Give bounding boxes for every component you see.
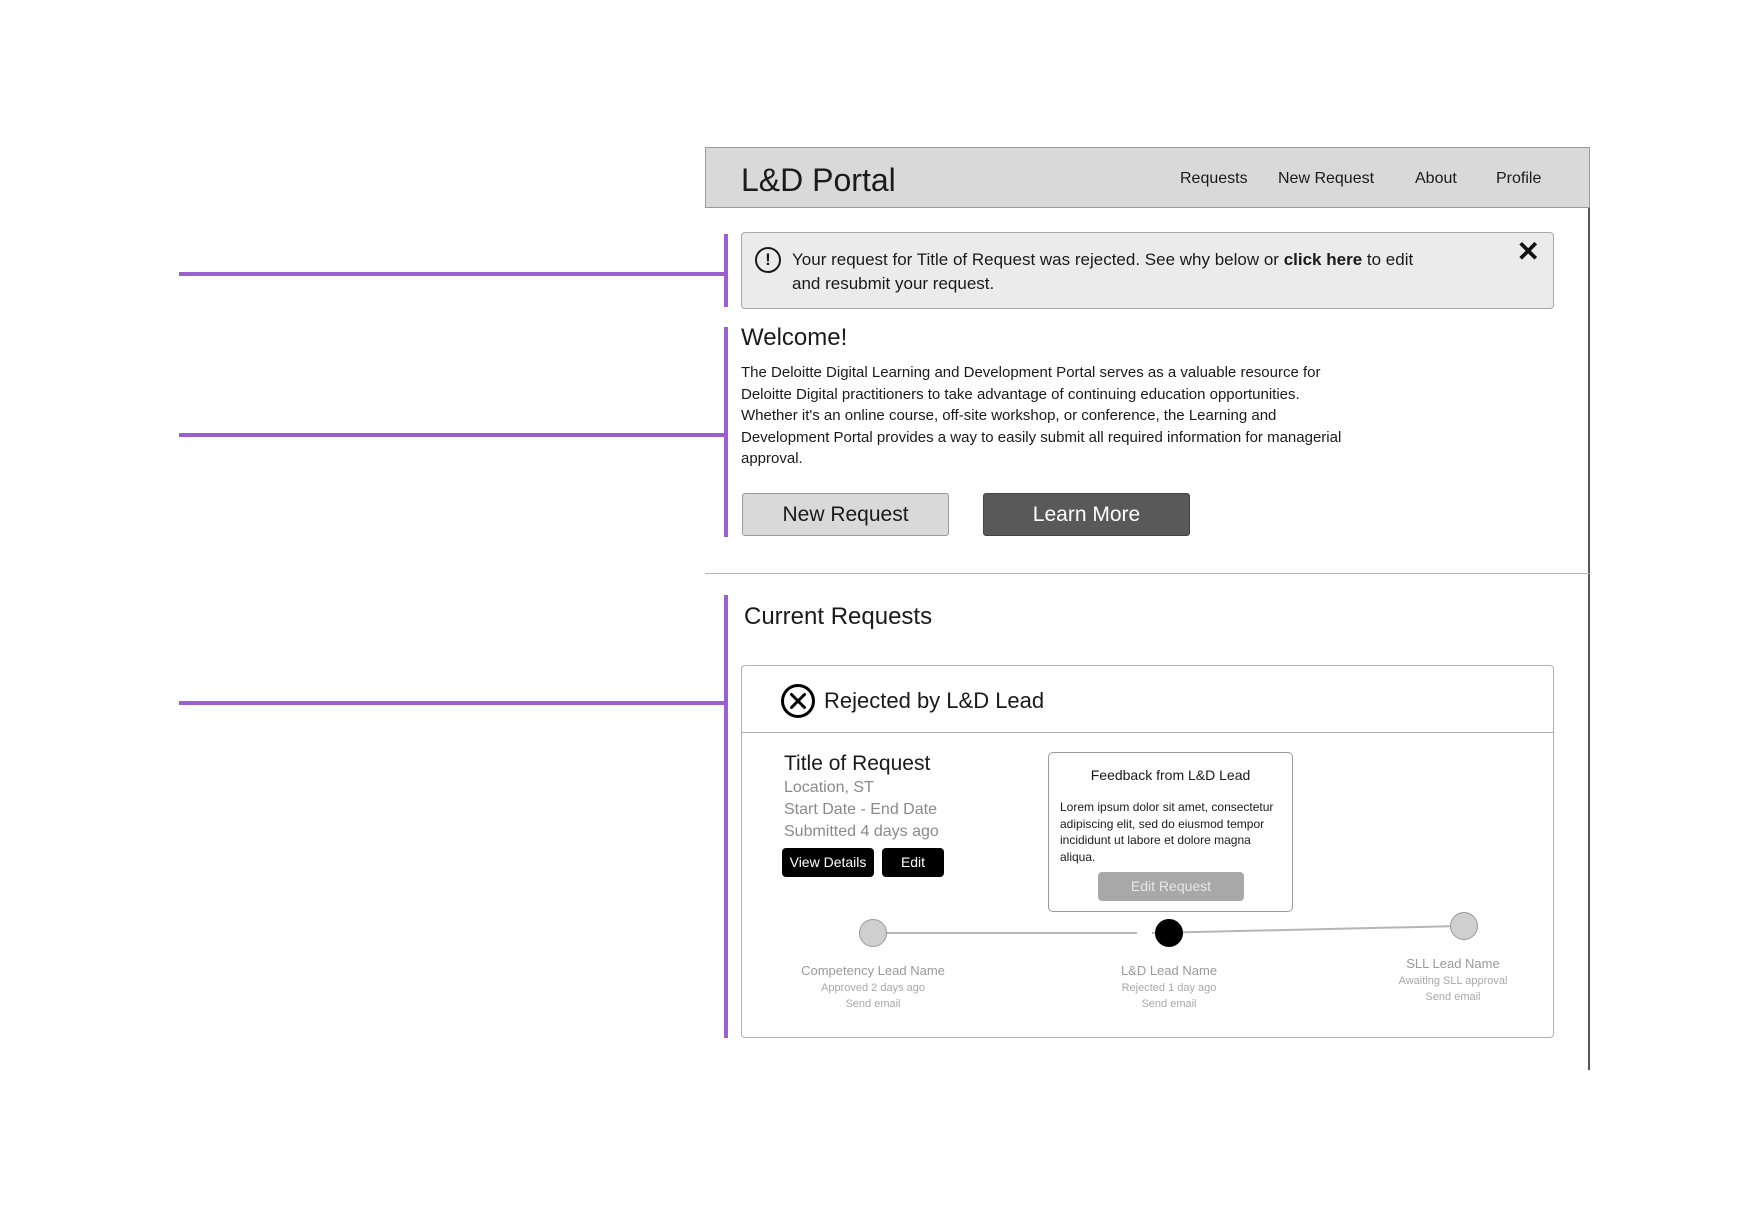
step-competency-send-email[interactable]: Send email bbox=[773, 998, 973, 1010]
step-sll-status: Awaiting SLL approval bbox=[1398, 975, 1508, 987]
section-divider bbox=[705, 573, 1590, 574]
welcome-body: The Deloitte Digital Learning and Develo… bbox=[741, 364, 1342, 468]
step-ld-lead-status: Rejected 1 day ago bbox=[1121, 982, 1217, 994]
nav-profile[interactable]: Profile bbox=[1496, 170, 1541, 188]
rejection-alert: ! Your request for Title of Request was … bbox=[741, 232, 1554, 309]
step-ld-lead-name: L&D Lead Name bbox=[1120, 963, 1218, 978]
step-ld-lead-dot bbox=[1155, 919, 1183, 947]
request-title: Title of Request bbox=[784, 752, 931, 775]
feedback-panel: Feedback from L&D Lead Lorem ipsum dolor… bbox=[1048, 752, 1293, 912]
alert-text-before: Your request for Title of Request was re… bbox=[792, 250, 1284, 269]
nav-new-request[interactable]: New Request bbox=[1278, 170, 1374, 188]
new-request-button[interactable]: New Request bbox=[742, 493, 949, 536]
close-icon[interactable]: ✕ bbox=[1517, 235, 1540, 268]
annotation-line-alert bbox=[179, 272, 728, 276]
request-card: Rejected by L&D Lead Title of Request Lo… bbox=[741, 665, 1554, 1038]
step-ld-lead-send-email[interactable]: Send email bbox=[1069, 998, 1269, 1010]
annotation-line-welcome bbox=[179, 433, 728, 437]
step-competency-status: Approved 2 days ago bbox=[821, 982, 925, 994]
feedback-title: Feedback from L&D Lead bbox=[1090, 767, 1251, 783]
request-dates: Start Date - End Date bbox=[784, 801, 937, 818]
step-competency-name: Competency Lead Name bbox=[801, 963, 945, 978]
nav-about[interactable]: About bbox=[1415, 170, 1457, 188]
progress-track-right bbox=[1151, 925, 1450, 934]
step-sll-send-email[interactable]: Send email bbox=[1353, 991, 1553, 1003]
x-circle-icon bbox=[781, 684, 815, 718]
view-details-button[interactable]: View Details bbox=[782, 848, 874, 877]
request-card-header: Rejected by L&D Lead bbox=[742, 666, 1553, 733]
request-location: Location, ST bbox=[784, 779, 874, 796]
alert-click-here-link[interactable]: click here bbox=[1284, 250, 1362, 269]
learn-more-button[interactable]: Learn More bbox=[983, 493, 1190, 536]
progress-track-left bbox=[873, 932, 1137, 934]
annotation-line-current-requests bbox=[179, 701, 728, 705]
nav-requests[interactable]: Requests bbox=[1180, 170, 1248, 188]
feedback-body: Lorem ipsum dolor sit amet, consectetur … bbox=[1060, 800, 1274, 864]
current-requests-title: Current Requests bbox=[744, 603, 933, 630]
request-status: Rejected by L&D Lead bbox=[824, 688, 1045, 713]
edit-button[interactable]: Edit bbox=[882, 848, 944, 877]
exclamation-circle-icon: ! bbox=[755, 247, 781, 273]
welcome-title: Welcome! bbox=[741, 324, 848, 351]
step-sll-name: SLL Lead Name bbox=[1406, 956, 1500, 971]
top-navbar: L&D Portal Requests New Request About Pr… bbox=[705, 147, 1590, 208]
step-competency-dot bbox=[859, 919, 887, 947]
step-sll-dot bbox=[1450, 912, 1478, 940]
request-submitted: Submitted 4 days ago bbox=[784, 823, 939, 840]
portal-brand[interactable]: L&D Portal bbox=[741, 162, 896, 199]
edit-request-button[interactable]: Edit Request bbox=[1098, 872, 1244, 901]
alert-message: Your request for Title of Request was re… bbox=[792, 248, 1432, 296]
portal-page: L&D Portal Requests New Request About Pr… bbox=[705, 147, 1590, 1070]
